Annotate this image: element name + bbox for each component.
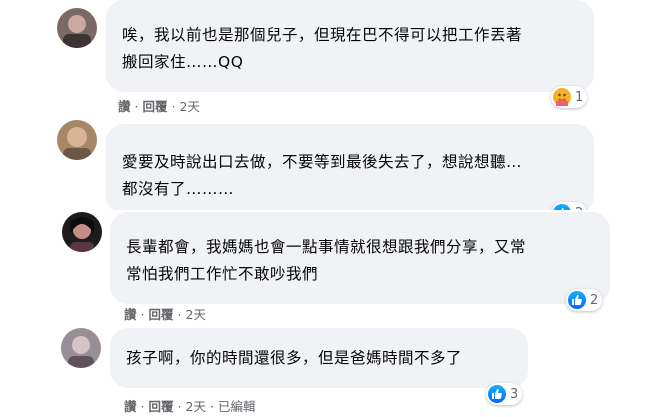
reaction-count: 1	[575, 89, 584, 105]
separator-dot: ·	[209, 399, 214, 414]
timestamp-link[interactable]: 2天	[186, 307, 206, 322]
reply-link[interactable]: 回覆	[149, 399, 174, 414]
comment-2: 愛要及時說出口去做，不要等到最後失去了，想說想聽… 都沒有了……… 2	[0, 120, 650, 210]
like-icon	[553, 204, 571, 210]
comment-actions: 讚 · 回覆 · 2天 · 已編輯	[124, 396, 255, 415]
avatar-photo-icon	[62, 212, 102, 252]
comment-text-line: 孩子啊，你的時間還很多，但是爸媽時間不多了	[126, 349, 463, 367]
reaction-count: 2	[575, 206, 583, 211]
avatar-photo-icon	[57, 120, 97, 160]
like-link[interactable]: 讚	[124, 307, 137, 322]
comment-text-line: 愛要及時說出口去做，不要等到最後失去了，想說想聽…	[122, 153, 523, 171]
comment-text-line: 都沒有了………	[122, 180, 235, 198]
comment-text-line: 常怕我們工作忙不敢吵我們	[126, 265, 319, 283]
separator-dot: ·	[177, 307, 182, 322]
avatar-photo-icon	[61, 328, 101, 368]
reaction-count: 2	[590, 292, 599, 308]
comment-text-line: 長輩都會，我媽媽也會一點事情就很想跟我們分享，又常	[126, 238, 527, 256]
comment-bubble: 孩子啊，你的時間還很多，但是爸媽時間不多了	[110, 328, 528, 388]
comment-bubble: 唉，我以前也是那個兒子，但現在巴不得可以把工作丟著 搬回家住……QQ	[106, 0, 594, 92]
avatar[interactable]	[62, 212, 102, 252]
comment-text-line: 唉，我以前也是那個兒子，但現在巴不得可以把工作丟著	[122, 26, 523, 44]
timestamp-link[interactable]: 2天	[180, 99, 200, 114]
reaction-count: 3	[510, 386, 519, 402]
comment-actions: 讚 · 回覆 · 2天	[124, 304, 206, 323]
reaction-summary[interactable]: 3	[486, 383, 523, 405]
like-link[interactable]: 讚	[118, 99, 131, 114]
reaction-summary[interactable]: 2	[551, 202, 588, 211]
avatar[interactable]	[57, 120, 97, 160]
comment-bubble: 長輩都會，我媽媽也會一點事情就很想跟我們分享，又常 常怕我們工作忙不敢吵我們	[110, 212, 610, 304]
like-icon	[488, 385, 506, 403]
separator-dot: ·	[171, 99, 176, 114]
edited-label[interactable]: 已編輯	[218, 399, 256, 414]
like-link[interactable]: 讚	[124, 399, 137, 414]
comment-actions: 讚 · 回覆 · 2天	[118, 96, 200, 115]
separator-dot: ·	[140, 399, 145, 414]
reply-link[interactable]: 回覆	[149, 307, 174, 322]
avatar-photo-icon	[57, 8, 97, 48]
timestamp-link[interactable]: 2天	[186, 399, 206, 414]
separator-dot: ·	[140, 307, 145, 322]
separator-dot: ·	[177, 399, 182, 414]
like-icon	[568, 291, 586, 309]
reaction-summary[interactable]: 1	[551, 86, 588, 108]
reaction-summary[interactable]: 2	[566, 289, 603, 311]
care-icon	[553, 88, 571, 106]
separator-dot: ·	[134, 99, 139, 114]
avatar[interactable]	[61, 328, 101, 368]
comment-bubble: 愛要及時說出口去做，不要等到最後失去了，想說想聽… 都沒有了………	[106, 124, 594, 210]
reply-link[interactable]: 回覆	[143, 99, 168, 114]
comment-text-line: 搬回家住……QQ	[122, 53, 244, 71]
avatar[interactable]	[57, 8, 97, 48]
